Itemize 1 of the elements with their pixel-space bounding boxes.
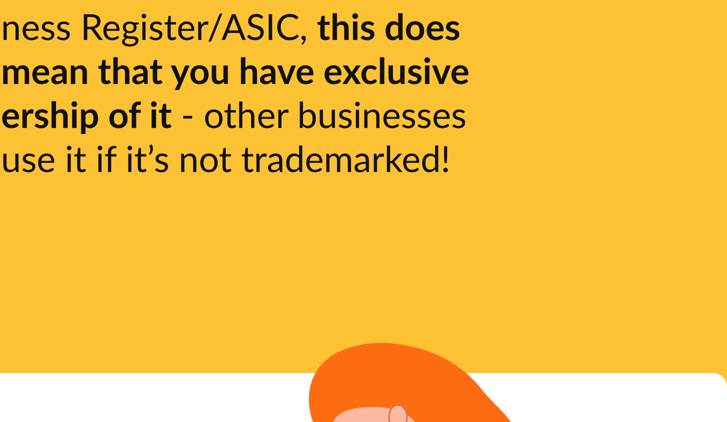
body-paragraph: ness Register/ASIC, this does mean that you have exclusive ership of it - other businesses use it if it’s not trademarked!: [0, 3, 470, 180]
